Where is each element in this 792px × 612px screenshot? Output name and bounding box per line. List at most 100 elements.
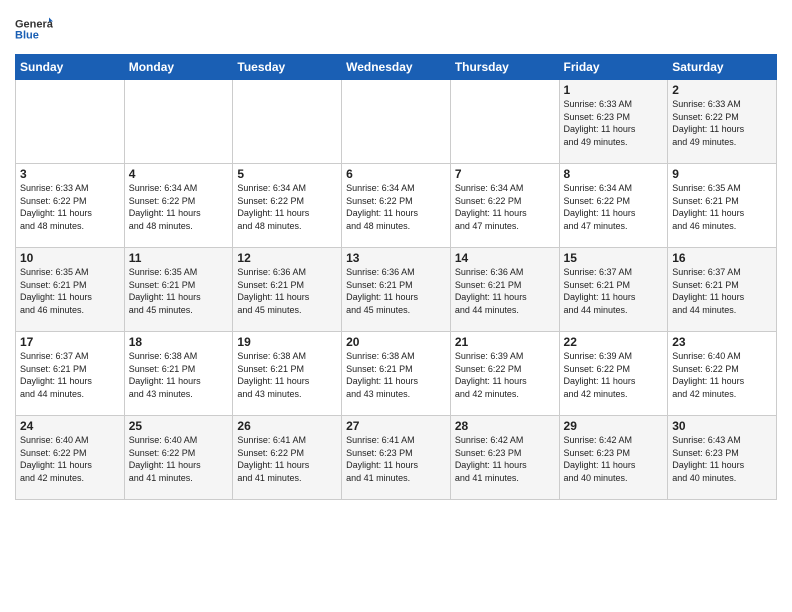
calendar-cell [16, 80, 125, 164]
day-info: Sunrise: 6:33 AM Sunset: 6:23 PM Dayligh… [564, 98, 664, 148]
calendar-cell: 25Sunrise: 6:40 AM Sunset: 6:22 PM Dayli… [124, 416, 233, 500]
header-tuesday: Tuesday [233, 55, 342, 80]
header-row: SundayMondayTuesdayWednesdayThursdayFrid… [16, 55, 777, 80]
calendar-cell: 13Sunrise: 6:36 AM Sunset: 6:21 PM Dayli… [342, 248, 451, 332]
calendar-cell: 23Sunrise: 6:40 AM Sunset: 6:22 PM Dayli… [668, 332, 777, 416]
day-number: 9 [672, 167, 772, 181]
calendar-cell: 4Sunrise: 6:34 AM Sunset: 6:22 PM Daylig… [124, 164, 233, 248]
day-info: Sunrise: 6:41 AM Sunset: 6:23 PM Dayligh… [346, 434, 446, 484]
header-monday: Monday [124, 55, 233, 80]
day-number: 8 [564, 167, 664, 181]
week-row-1: 1Sunrise: 6:33 AM Sunset: 6:23 PM Daylig… [16, 80, 777, 164]
day-number: 4 [129, 167, 229, 181]
day-number: 15 [564, 251, 664, 265]
day-number: 23 [672, 335, 772, 349]
calendar-page: General Blue SundayMondayTuesdayWednesda… [0, 0, 792, 612]
header-sunday: Sunday [16, 55, 125, 80]
day-info: Sunrise: 6:33 AM Sunset: 6:22 PM Dayligh… [672, 98, 772, 148]
day-number: 13 [346, 251, 446, 265]
calendar-cell: 22Sunrise: 6:39 AM Sunset: 6:22 PM Dayli… [559, 332, 668, 416]
calendar-cell: 28Sunrise: 6:42 AM Sunset: 6:23 PM Dayli… [450, 416, 559, 500]
day-info: Sunrise: 6:34 AM Sunset: 6:22 PM Dayligh… [346, 182, 446, 232]
day-number: 24 [20, 419, 120, 433]
day-number: 7 [455, 167, 555, 181]
header-wednesday: Wednesday [342, 55, 451, 80]
day-info: Sunrise: 6:34 AM Sunset: 6:22 PM Dayligh… [455, 182, 555, 232]
day-info: Sunrise: 6:38 AM Sunset: 6:21 PM Dayligh… [346, 350, 446, 400]
week-row-5: 24Sunrise: 6:40 AM Sunset: 6:22 PM Dayli… [16, 416, 777, 500]
calendar-cell: 26Sunrise: 6:41 AM Sunset: 6:22 PM Dayli… [233, 416, 342, 500]
calendar-cell: 27Sunrise: 6:41 AM Sunset: 6:23 PM Dayli… [342, 416, 451, 500]
day-info: Sunrise: 6:35 AM Sunset: 6:21 PM Dayligh… [20, 266, 120, 316]
week-row-4: 17Sunrise: 6:37 AM Sunset: 6:21 PM Dayli… [16, 332, 777, 416]
logo-svg: General Blue [15, 10, 53, 48]
calendar-cell: 19Sunrise: 6:38 AM Sunset: 6:21 PM Dayli… [233, 332, 342, 416]
day-number: 28 [455, 419, 555, 433]
day-number: 10 [20, 251, 120, 265]
week-row-3: 10Sunrise: 6:35 AM Sunset: 6:21 PM Dayli… [16, 248, 777, 332]
day-number: 3 [20, 167, 120, 181]
header: General Blue [15, 10, 777, 48]
day-number: 16 [672, 251, 772, 265]
day-number: 22 [564, 335, 664, 349]
calendar-cell: 3Sunrise: 6:33 AM Sunset: 6:22 PM Daylig… [16, 164, 125, 248]
calendar-cell [124, 80, 233, 164]
day-number: 14 [455, 251, 555, 265]
day-info: Sunrise: 6:36 AM Sunset: 6:21 PM Dayligh… [455, 266, 555, 316]
calendar-cell: 11Sunrise: 6:35 AM Sunset: 6:21 PM Dayli… [124, 248, 233, 332]
day-info: Sunrise: 6:35 AM Sunset: 6:21 PM Dayligh… [672, 182, 772, 232]
calendar-cell: 15Sunrise: 6:37 AM Sunset: 6:21 PM Dayli… [559, 248, 668, 332]
day-info: Sunrise: 6:36 AM Sunset: 6:21 PM Dayligh… [346, 266, 446, 316]
calendar-cell: 29Sunrise: 6:42 AM Sunset: 6:23 PM Dayli… [559, 416, 668, 500]
day-number: 2 [672, 83, 772, 97]
day-number: 30 [672, 419, 772, 433]
day-number: 17 [20, 335, 120, 349]
day-number: 6 [346, 167, 446, 181]
day-number: 26 [237, 419, 337, 433]
day-info: Sunrise: 6:37 AM Sunset: 6:21 PM Dayligh… [672, 266, 772, 316]
header-thursday: Thursday [450, 55, 559, 80]
calendar-cell: 20Sunrise: 6:38 AM Sunset: 6:21 PM Dayli… [342, 332, 451, 416]
day-info: Sunrise: 6:34 AM Sunset: 6:22 PM Dayligh… [129, 182, 229, 232]
header-saturday: Saturday [668, 55, 777, 80]
day-number: 27 [346, 419, 446, 433]
calendar-cell: 18Sunrise: 6:38 AM Sunset: 6:21 PM Dayli… [124, 332, 233, 416]
calendar-cell: 7Sunrise: 6:34 AM Sunset: 6:22 PM Daylig… [450, 164, 559, 248]
calendar-cell: 6Sunrise: 6:34 AM Sunset: 6:22 PM Daylig… [342, 164, 451, 248]
calendar-cell: 30Sunrise: 6:43 AM Sunset: 6:23 PM Dayli… [668, 416, 777, 500]
day-info: Sunrise: 6:36 AM Sunset: 6:21 PM Dayligh… [237, 266, 337, 316]
week-row-2: 3Sunrise: 6:33 AM Sunset: 6:22 PM Daylig… [16, 164, 777, 248]
day-info: Sunrise: 6:38 AM Sunset: 6:21 PM Dayligh… [129, 350, 229, 400]
calendar-cell: 24Sunrise: 6:40 AM Sunset: 6:22 PM Dayli… [16, 416, 125, 500]
calendar-cell [342, 80, 451, 164]
day-info: Sunrise: 6:37 AM Sunset: 6:21 PM Dayligh… [564, 266, 664, 316]
day-info: Sunrise: 6:40 AM Sunset: 6:22 PM Dayligh… [20, 434, 120, 484]
day-info: Sunrise: 6:43 AM Sunset: 6:23 PM Dayligh… [672, 434, 772, 484]
day-info: Sunrise: 6:39 AM Sunset: 6:22 PM Dayligh… [564, 350, 664, 400]
day-info: Sunrise: 6:39 AM Sunset: 6:22 PM Dayligh… [455, 350, 555, 400]
day-number: 25 [129, 419, 229, 433]
calendar-cell: 8Sunrise: 6:34 AM Sunset: 6:22 PM Daylig… [559, 164, 668, 248]
day-info: Sunrise: 6:35 AM Sunset: 6:21 PM Dayligh… [129, 266, 229, 316]
day-number: 12 [237, 251, 337, 265]
header-friday: Friday [559, 55, 668, 80]
day-info: Sunrise: 6:34 AM Sunset: 6:22 PM Dayligh… [564, 182, 664, 232]
day-number: 1 [564, 83, 664, 97]
svg-text:General: General [15, 19, 53, 31]
day-info: Sunrise: 6:40 AM Sunset: 6:22 PM Dayligh… [672, 350, 772, 400]
calendar-cell: 17Sunrise: 6:37 AM Sunset: 6:21 PM Dayli… [16, 332, 125, 416]
day-info: Sunrise: 6:34 AM Sunset: 6:22 PM Dayligh… [237, 182, 337, 232]
calendar-cell [450, 80, 559, 164]
day-info: Sunrise: 6:38 AM Sunset: 6:21 PM Dayligh… [237, 350, 337, 400]
day-number: 18 [129, 335, 229, 349]
day-number: 20 [346, 335, 446, 349]
day-number: 19 [237, 335, 337, 349]
calendar-cell: 5Sunrise: 6:34 AM Sunset: 6:22 PM Daylig… [233, 164, 342, 248]
calendar-table: SundayMondayTuesdayWednesdayThursdayFrid… [15, 54, 777, 500]
calendar-cell: 12Sunrise: 6:36 AM Sunset: 6:21 PM Dayli… [233, 248, 342, 332]
logo: General Blue [15, 10, 53, 48]
calendar-cell: 21Sunrise: 6:39 AM Sunset: 6:22 PM Dayli… [450, 332, 559, 416]
day-number: 29 [564, 419, 664, 433]
calendar-cell: 14Sunrise: 6:36 AM Sunset: 6:21 PM Dayli… [450, 248, 559, 332]
day-info: Sunrise: 6:41 AM Sunset: 6:22 PM Dayligh… [237, 434, 337, 484]
